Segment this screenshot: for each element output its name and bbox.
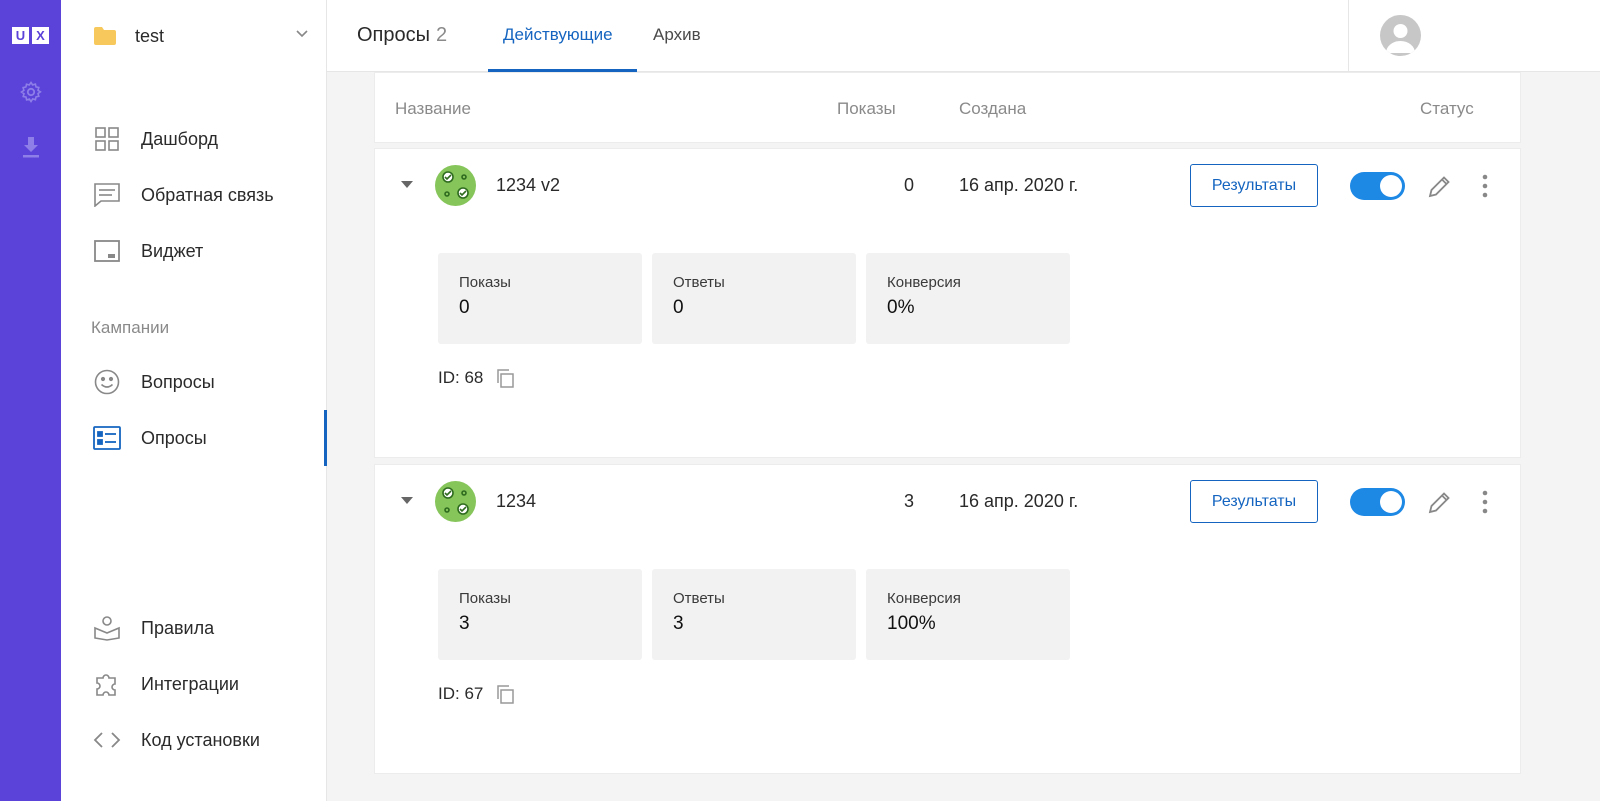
pencil-icon[interactable]	[1427, 489, 1453, 515]
status-toggle[interactable]	[1350, 488, 1405, 516]
nav-item-questions[interactable]: Вопросы	[61, 360, 326, 404]
survey-name[interactable]: 1234 v2	[496, 175, 560, 196]
nav-item-widget[interactable]: Виджет	[61, 229, 326, 273]
sidebar: test Дашборд Обратная связь Виджет Кампа…	[61, 0, 327, 801]
survey-id: ID: 67	[438, 684, 515, 704]
more-vertical-icon[interactable]	[1481, 489, 1489, 515]
nav-item-label: Обратная связь	[141, 184, 274, 205]
column-shows[interactable]: Показы	[837, 99, 896, 119]
expand-caret-icon[interactable]	[401, 497, 413, 504]
logo-letter-x: X	[32, 27, 49, 44]
survey-id-text: ID: 67	[438, 684, 484, 703]
table-header: Название Показы Создана Статус	[374, 72, 1521, 143]
code-icon	[93, 726, 121, 754]
survey-avatar-icon	[435, 165, 476, 206]
puzzle-icon	[93, 670, 121, 698]
stat-conversion: Конверсия 100%	[866, 569, 1070, 660]
survey-created-date: 16 апр. 2020 г.	[959, 175, 1079, 195]
stat-answers: Ответы 3	[652, 569, 856, 660]
stat-value: 3	[459, 613, 470, 634]
nav-item-rules[interactable]: Правила	[61, 606, 326, 650]
survey-shows: 0	[903, 175, 914, 195]
results-button[interactable]: Результаты	[1190, 480, 1318, 523]
nav-item-label: Виджет	[141, 240, 204, 261]
stat-label: Конверсия	[887, 590, 961, 607]
stat-label: Показы	[459, 590, 511, 607]
campaigns-section-title: Кампании	[91, 318, 170, 337]
download-icon[interactable]	[18, 134, 44, 160]
column-status[interactable]: Статус	[1420, 99, 1474, 119]
stat-value: 0	[673, 297, 684, 318]
nav-item-feedback[interactable]: Обратная связь	[61, 173, 326, 217]
survey-created-date: 16 апр. 2020 г.	[959, 491, 1079, 511]
toggle-knob	[1380, 491, 1402, 513]
stat-value: 0	[459, 297, 470, 318]
survey-list-icon	[93, 424, 121, 452]
survey-row: 1234 3 16 апр. 2020 г. Результаты Показы…	[374, 464, 1521, 774]
nav-item-label: Опросы	[141, 427, 207, 448]
copy-icon[interactable]	[495, 368, 515, 388]
nav-item-surveys[interactable]: Опросы	[61, 410, 327, 466]
column-created[interactable]: Создана	[959, 99, 1026, 119]
nav-item-dashboard[interactable]: Дашборд	[61, 117, 326, 161]
nav-item-label: Код установки	[141, 729, 260, 750]
stat-conversion: Конверсия 0%	[866, 253, 1070, 344]
tab-active[interactable]: Действующие	[503, 25, 613, 45]
status-toggle[interactable]	[1350, 172, 1405, 200]
stat-label: Ответы	[673, 590, 725, 607]
survey-id: ID: 68	[438, 368, 515, 388]
nav-item-label: Дашборд	[141, 128, 219, 149]
top-header: Опросы 2 Действующие Архив	[327, 0, 1600, 72]
stat-shows: Показы 0	[438, 253, 642, 344]
column-name[interactable]: Название	[395, 99, 471, 119]
app-logo[interactable]: U X	[12, 27, 49, 44]
survey-name[interactable]: 1234	[496, 491, 536, 512]
nav-item-install-code[interactable]: Код установки	[61, 718, 326, 762]
feedback-icon	[93, 181, 121, 209]
pencil-icon[interactable]	[1427, 173, 1453, 199]
stat-label: Ответы	[673, 274, 725, 291]
toggle-knob	[1380, 175, 1402, 197]
nav-item-label: Правила	[141, 617, 215, 638]
survey-id-text: ID: 68	[438, 368, 484, 387]
stat-value: 0%	[887, 297, 915, 318]
more-vertical-icon[interactable]	[1481, 173, 1489, 199]
stat-label: Показы	[459, 274, 511, 291]
survey-count: 2	[436, 24, 448, 46]
app-rail: U X	[0, 0, 61, 801]
results-button[interactable]: Результаты	[1190, 164, 1318, 207]
stat-label: Конверсия	[887, 274, 961, 291]
logo-letter-u: U	[12, 27, 29, 44]
stat-value: 3	[673, 613, 684, 634]
page-title-text: Опросы	[357, 24, 431, 46]
smiley-icon	[93, 368, 121, 396]
nav-item-label: Вопросы	[141, 371, 215, 392]
chevron-down-icon	[296, 30, 308, 38]
survey-row: 1234 v2 0 16 апр. 2020 г. Результаты Пок…	[374, 148, 1521, 458]
tab-archive[interactable]: Архив	[653, 25, 701, 45]
stat-answers: Ответы 0	[652, 253, 856, 344]
avatar[interactable]	[1380, 15, 1421, 56]
folder-icon	[94, 27, 116, 45]
project-name: test	[135, 25, 165, 46]
stat-value: 100%	[887, 613, 936, 634]
survey-avatar-icon	[435, 481, 476, 522]
project-selector[interactable]: test	[61, 0, 326, 72]
stat-shows: Показы 3	[438, 569, 642, 660]
grid-icon	[93, 125, 121, 153]
gear-icon[interactable]	[18, 79, 44, 105]
survey-shows: 3	[903, 491, 914, 511]
page-title: Опросы 2	[357, 24, 447, 47]
copy-icon[interactable]	[495, 684, 515, 704]
rules-icon	[93, 614, 121, 642]
header-divider	[1348, 0, 1349, 72]
nav-item-integrations[interactable]: Интеграции	[61, 662, 326, 706]
nav-item-label: Интеграции	[141, 673, 239, 694]
widget-icon	[93, 237, 121, 265]
expand-caret-icon[interactable]	[401, 181, 413, 188]
